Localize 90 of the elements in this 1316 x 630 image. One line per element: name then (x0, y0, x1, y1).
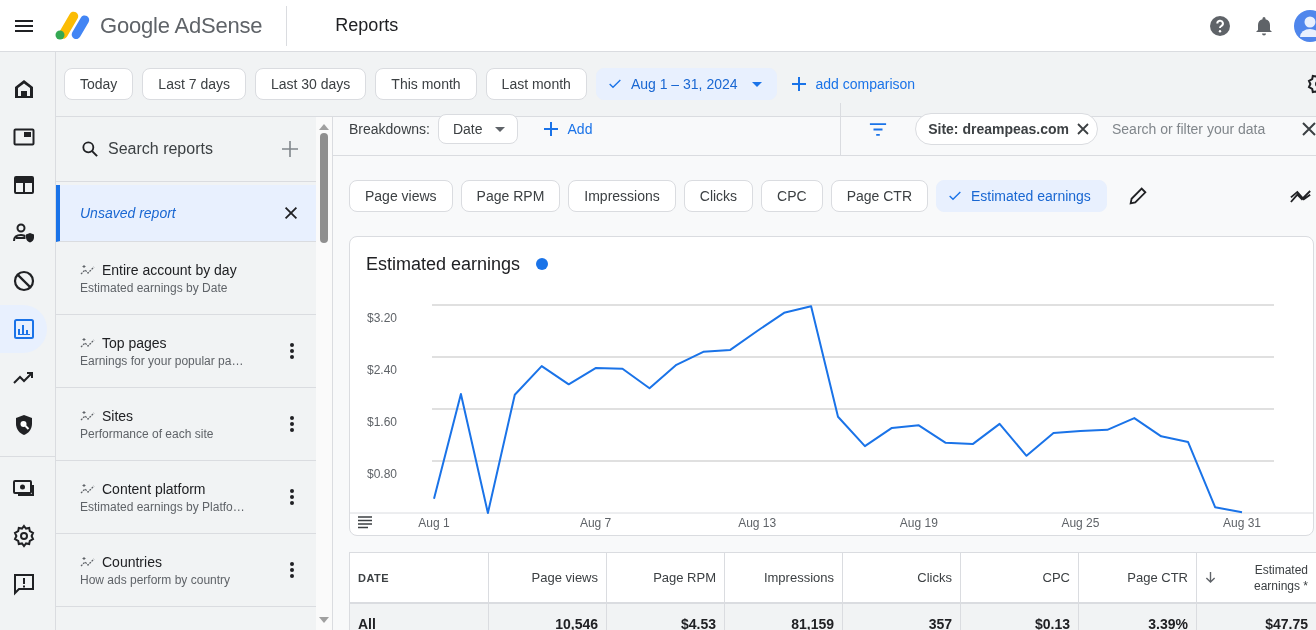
block-icon (11, 269, 36, 293)
add-comparison-button[interactable]: add comparison (785, 76, 922, 92)
date-range-chip[interactable]: Last 30 days (254, 68, 367, 100)
column-header[interactable]: CPC (960, 553, 1078, 602)
x-axis-label: Aug 7 (579, 516, 612, 530)
close-icon[interactable] (1302, 122, 1316, 136)
date-range-chip[interactable]: Today (64, 68, 134, 100)
table-cell: $4.53 (606, 604, 724, 630)
filter-chip[interactable]: Site: dreampeas.com (915, 113, 1098, 145)
date-range-chip[interactable]: Last month (485, 68, 587, 100)
report-title: Sites (102, 407, 134, 424)
breakdowns-label: Breakdowns: (349, 121, 430, 137)
more-options-icon[interactable] (289, 488, 295, 506)
person-shield-icon (11, 221, 36, 245)
search-icon (80, 139, 100, 159)
column-header[interactable]: DATE (350, 553, 488, 602)
table-cell: 3.39% (1078, 604, 1196, 630)
breakdown-dropdown[interactable]: Date (437, 114, 518, 144)
metric-chip[interactable]: Estimated earnings (936, 180, 1107, 212)
metric-chip[interactable]: CPC (761, 180, 823, 212)
table-cell: $47.75 (1196, 604, 1316, 630)
settings-icon (11, 524, 36, 548)
metric-chip[interactable]: Clicks (683, 180, 754, 212)
date-range-chip[interactable]: This month (375, 68, 477, 100)
product-name: Google AdSense (100, 12, 263, 39)
column-header[interactable]: Estimated earnings * (1196, 553, 1316, 602)
report-title: Top pages (102, 334, 167, 351)
column-header[interactable]: Clicks (842, 553, 960, 602)
current-report-item[interactable]: Unsaved report (56, 185, 316, 242)
x-axis-label: Aug 1 (418, 516, 450, 530)
logo-icon[interactable] (55, 10, 91, 41)
report-title: Countries (102, 553, 162, 570)
report-description: Earnings for your popular pa… (80, 353, 244, 368)
table-cell: $0.13 (960, 604, 1078, 630)
y-axis-label: $1.60 (367, 415, 398, 429)
metric-chip[interactable]: Page RPM (460, 180, 561, 212)
column-header[interactable]: Impressions (724, 553, 842, 602)
table-cell-text: All (357, 615, 377, 630)
report-description: How ads perform by country (80, 572, 231, 587)
metric-chip[interactable]: Page views (349, 180, 453, 212)
report-description: Estimated earnings by Platfo… (80, 499, 245, 514)
x-axis-label: Aug 19 (899, 516, 938, 530)
bar-chart-icon (11, 317, 36, 341)
report-description: Performance of each site (80, 426, 214, 441)
more-options-icon[interactable] (289, 561, 295, 579)
search-reports-field[interactable]: Search reports (106, 139, 280, 159)
layout-icon (11, 173, 36, 197)
report-title: Content platform (102, 480, 206, 497)
feedback-icon (11, 572, 36, 596)
date-range-chip[interactable]: Last 7 days (142, 68, 246, 100)
add-breakdown-button[interactable]: Add (537, 121, 599, 137)
close-icon[interactable] (1077, 123, 1089, 135)
scrollbar[interactable] (316, 117, 332, 630)
date-range-dropdown[interactable]: Aug 1 – 31, 2024 (595, 68, 777, 100)
trend-lines-icon[interactable] (1290, 188, 1312, 204)
close-icon[interactable] (282, 204, 300, 222)
chart-title: Estimated earnings (366, 253, 521, 275)
avatar-icon[interactable] (1294, 9, 1316, 42)
plus-icon (791, 77, 806, 91)
report-title: Entire account by day (102, 261, 237, 278)
page-title: Reports (335, 15, 399, 36)
more-options-icon[interactable] (289, 342, 295, 360)
sparkle-chart-icon (80, 336, 96, 349)
metric-chip[interactable]: Page CTR (830, 180, 929, 212)
metric-chip[interactable]: Impressions (568, 180, 676, 212)
report-description: Estimated earnings by Date (80, 280, 229, 295)
legend-toggle-icon[interactable] (357, 516, 373, 529)
help-icon[interactable] (1208, 13, 1232, 38)
sparkle-chart-icon (80, 482, 96, 495)
filter-icon[interactable] (869, 122, 888, 136)
more-options-icon[interactable] (289, 415, 295, 433)
column-header[interactable]: Page CTR (1078, 553, 1196, 602)
caret-icon (494, 126, 505, 132)
column-header[interactable]: Page views (488, 553, 606, 602)
sparkle-chart-icon (80, 263, 96, 276)
x-axis-label: Aug 31 (1223, 516, 1261, 530)
caret-icon (751, 81, 762, 87)
nav-item-selected[interactable] (0, 305, 47, 353)
sparkle-chart-icon (80, 409, 96, 422)
y-axis-label: $2.40 (367, 363, 398, 377)
table-cell: 357 (842, 604, 960, 630)
y-axis-label: $0.80 (367, 467, 398, 481)
filter-search-field[interactable]: Search or filter your data (1110, 120, 1282, 138)
column-header[interactable]: Page RPM (606, 553, 724, 602)
x-axis-label: Aug 25 (1061, 516, 1100, 530)
sparkle-chart-icon (80, 555, 96, 568)
x-axis-label: Aug 13 (738, 516, 777, 530)
plus-icon (543, 122, 558, 136)
sort-arrow-icon (1205, 571, 1216, 584)
y-axis-label: $3.20 (367, 311, 398, 325)
